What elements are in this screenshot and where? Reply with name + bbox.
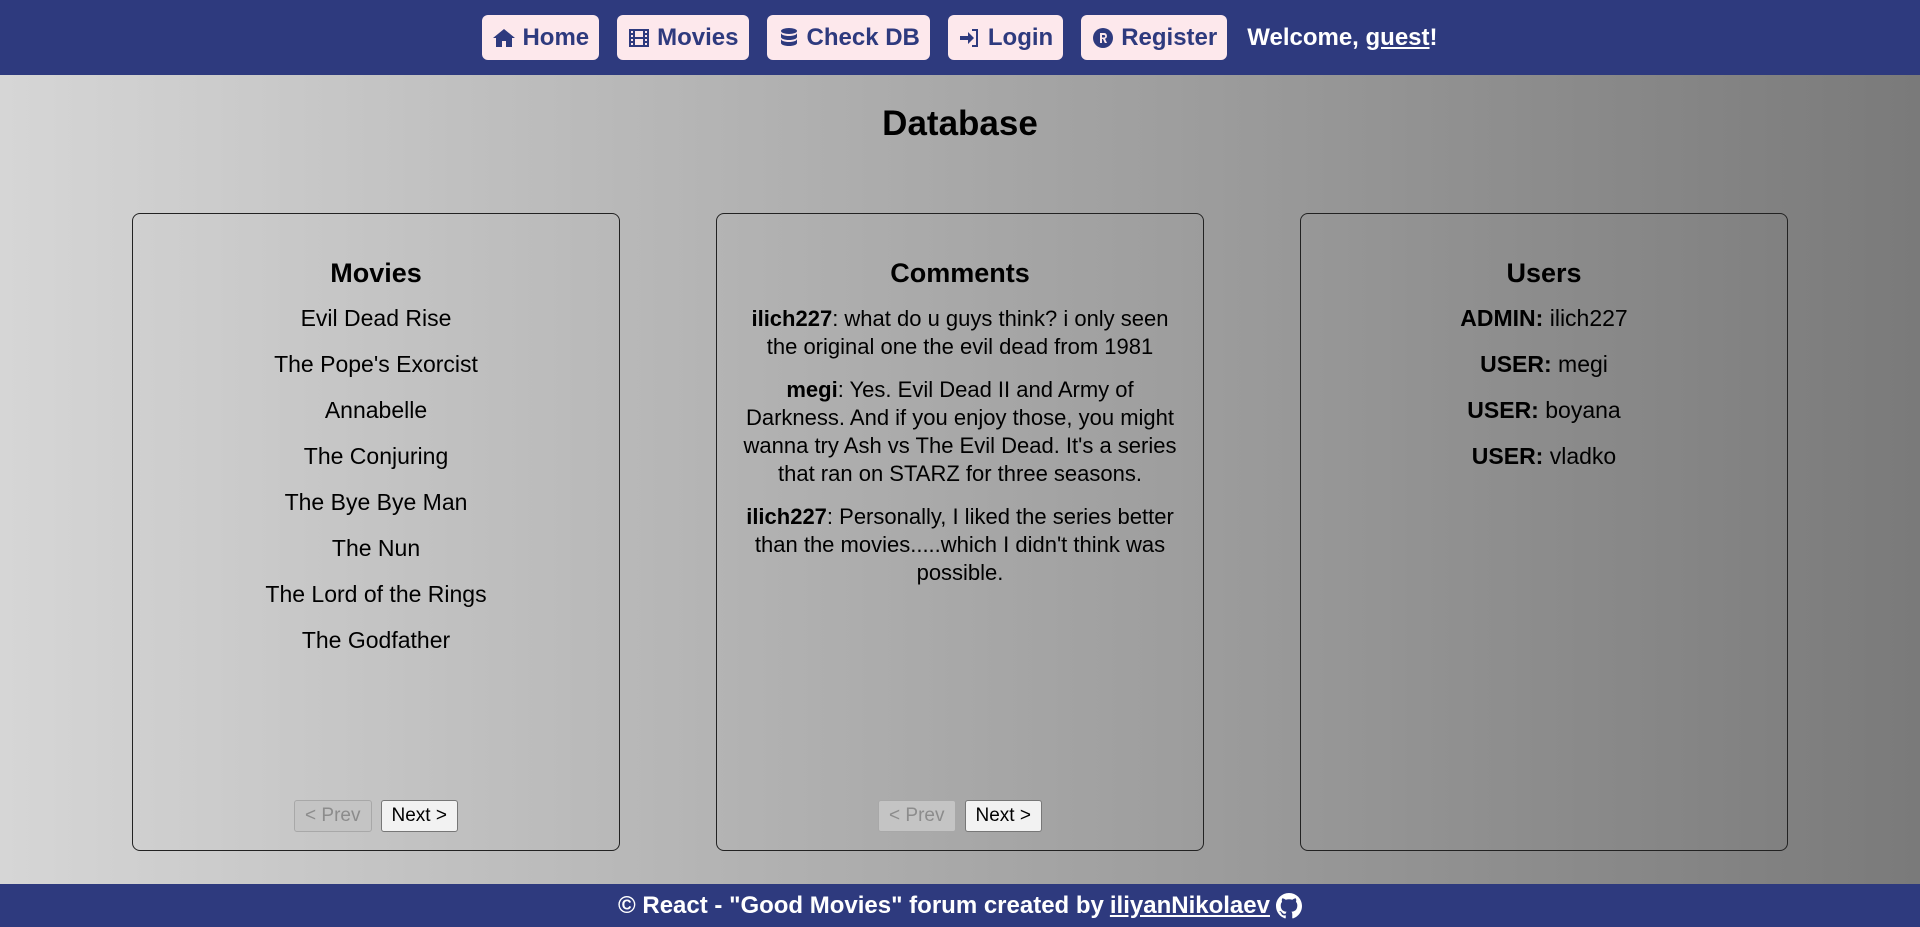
user-name: vladko	[1543, 443, 1617, 469]
user-item: USER: vladko	[1301, 443, 1787, 469]
home-label: Home	[522, 23, 590, 51]
user-name: boyana	[1538, 397, 1621, 423]
page-title: Database	[882, 104, 1038, 143]
welcome-username-link[interactable]: guest	[1366, 24, 1430, 51]
comment-item: ilich227: what do u guys think? i only s…	[717, 305, 1203, 361]
user-name: megi	[1551, 351, 1608, 377]
comments-prev-button[interactable]: < Prev	[878, 800, 956, 832]
check-db-label: Check DB	[806, 23, 920, 51]
user-item: ADMIN: ilich227	[1301, 305, 1787, 331]
welcome-message: Welcome, guest!	[1247, 24, 1437, 52]
movie-item[interactable]: The Pope's Exorcist	[133, 351, 619, 377]
movies-button[interactable]: Movies	[617, 15, 749, 60]
movies-pager: < Prev Next >	[133, 800, 619, 832]
movies-next-button[interactable]: Next >	[380, 800, 458, 832]
user-role: USER:	[1480, 351, 1552, 377]
registered-icon	[1093, 27, 1114, 48]
user-role: ADMIN:	[1460, 305, 1544, 331]
footer-author-link[interactable]: iliyanNikolaev	[1110, 892, 1270, 920]
movies-prev-button[interactable]: < Prev	[294, 800, 372, 832]
user-name: ilich227	[1543, 305, 1628, 331]
database-icon	[780, 27, 797, 46]
github-icon[interactable]	[1275, 892, 1302, 919]
check-db-button[interactable]: Check DB	[766, 15, 930, 60]
footer-text: © React - "Good Movies" forum created by	[618, 891, 1104, 919]
welcome-suffix: !	[1429, 23, 1438, 51]
movie-item[interactable]: The Bye Bye Man	[133, 489, 619, 515]
comments-list: ilich227: what do u guys think? i only s…	[717, 305, 1203, 587]
movie-item[interactable]: The Nun	[133, 535, 619, 561]
comments-panel: Comments ilich227: what do u guys think?…	[716, 213, 1204, 851]
movie-item[interactable]: The Godfather	[133, 627, 619, 653]
comments-heading: Comments	[890, 258, 1030, 288]
film-icon	[629, 28, 650, 47]
comments-next-button[interactable]: Next >	[964, 800, 1042, 832]
login-label: Login	[987, 23, 1054, 51]
movie-item[interactable]: Evil Dead Rise	[133, 305, 619, 331]
register-button[interactable]: Register	[1081, 15, 1228, 60]
movie-item[interactable]: The Lord of the Rings	[133, 581, 619, 607]
welcome-prefix: Welcome,	[1247, 23, 1366, 51]
movies-label: Movies	[657, 23, 739, 51]
users-heading: Users	[1506, 258, 1582, 288]
user-item: USER: boyana	[1301, 397, 1787, 423]
register-label: Register	[1121, 23, 1218, 51]
top-navbar: Home Movies Check DB Login Register Welc…	[0, 0, 1920, 75]
comment-author: ilich227	[746, 504, 827, 529]
comment-item: ilich227: Personally, I liked the series…	[717, 503, 1203, 587]
footer: © React - "Good Movies" forum created by…	[0, 884, 1920, 927]
movies-heading: Movies	[330, 258, 422, 288]
users-panel: Users ADMIN: ilich227 USER: megi USER: b…	[1300, 213, 1788, 851]
comments-pager: < Prev Next >	[717, 800, 1203, 832]
user-role: USER:	[1471, 443, 1544, 469]
login-button[interactable]: Login	[947, 15, 1064, 60]
home-button[interactable]: Home	[482, 15, 600, 60]
movies-panel: Movies Evil Dead Rise The Pope's Exorcis…	[132, 213, 620, 851]
movie-item[interactable]: The Conjuring	[133, 443, 619, 469]
sign-in-icon	[959, 28, 978, 47]
user-role: USER:	[1467, 397, 1539, 423]
movies-list: Evil Dead Rise The Pope's Exorcist Annab…	[133, 305, 619, 653]
movie-item[interactable]: Annabelle	[133, 397, 619, 423]
comment-author: megi	[786, 377, 838, 402]
user-item: USER: megi	[1301, 351, 1787, 377]
comment-item: megi: Yes. Evil Dead II and Army of Dark…	[717, 376, 1203, 488]
users-list: ADMIN: ilich227 USER: megi USER: boyana …	[1301, 305, 1787, 469]
home-icon	[493, 28, 516, 47]
comment-author: ilich227	[751, 306, 833, 331]
